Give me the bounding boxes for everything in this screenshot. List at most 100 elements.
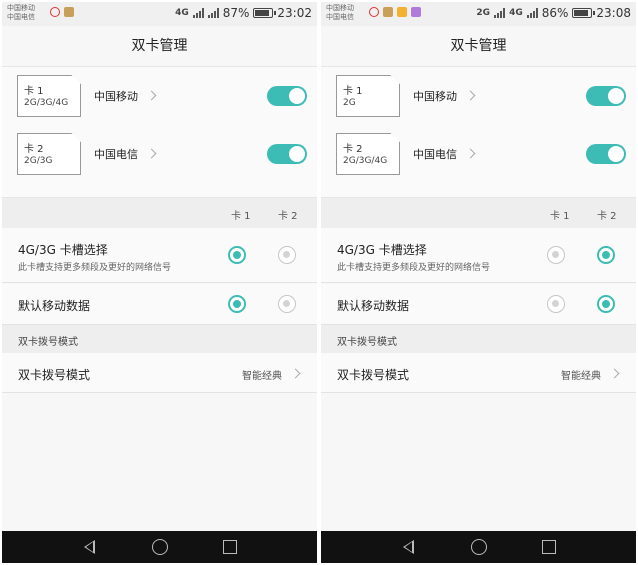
sim-row-2[interactable]: 卡 2 2G/3G 中国电信	[2, 133, 317, 191]
dial-mode-row[interactable]: 双卡拨号模式 智能经典	[321, 353, 636, 393]
clock: 23:02	[277, 6, 312, 20]
empty-area	[2, 394, 317, 531]
sim-row-1[interactable]: 卡 1 2G/3G/4G 中国移动	[2, 75, 317, 133]
battery-percent: 87%	[222, 6, 250, 20]
column-sim-1: 卡 1	[550, 211, 570, 222]
sim-card-2-label: 卡 2	[343, 144, 363, 155]
default-data-sim-1-radio[interactable]	[547, 295, 565, 313]
empty-area	[321, 394, 636, 531]
column-sim-2: 卡 2	[278, 211, 298, 222]
sim-card-2-carrier: 中国电信	[413, 148, 457, 161]
sim-card-1-label: 卡 1	[24, 86, 44, 97]
slot-select-row: 4G/3G 卡槽选择 此卡槽支持更多频段及更好的网络信号	[321, 228, 636, 283]
dial-mode-value: 智能经典	[561, 371, 601, 382]
phone-screen-left: 中国移动 中国电信 4G 87% 23:02 双卡管理 卡 1 2G/3G/4G…	[2, 2, 317, 563]
battery-fill	[255, 10, 270, 16]
chevron-right-icon	[465, 90, 476, 101]
sim-card-1-tech: 2G	[343, 98, 356, 108]
sim-card-2-tech: 2G/3G	[24, 156, 53, 166]
sim-card-2-icon: 卡 2 2G/3G	[17, 133, 81, 175]
battery-icon	[572, 8, 596, 18]
battery-percent: 86%	[541, 6, 569, 20]
back-icon[interactable]	[403, 540, 414, 554]
app-notification-3-icon	[411, 7, 421, 17]
battery-icon	[253, 8, 277, 18]
dial-mode-title: 双卡拨号模式	[337, 368, 410, 382]
sim-card-1-toggle[interactable]	[586, 86, 626, 106]
sim-card-section: 卡 1 2G 中国移动 卡 2 2G/3G/4G 中国电信	[321, 66, 636, 198]
sim-card-section: 卡 1 2G/3G/4G 中国移动 卡 2 2G/3G 中国电信	[2, 66, 317, 198]
slot-column-header: 卡 1 卡 2	[321, 198, 636, 228]
sim-card-2-toggle[interactable]	[586, 144, 626, 164]
default-data-title: 默认移动数据	[18, 299, 91, 313]
toggle-knob	[608, 88, 624, 104]
default-data-row: 默认移动数据	[2, 284, 317, 325]
default-data-title: 默认移动数据	[337, 299, 410, 313]
slot-select-row: 4G/3G 卡槽选择 此卡槽支持更多频段及更好的网络信号	[2, 228, 317, 283]
sim-card-1-toggle[interactable]	[267, 86, 307, 106]
sim-card-1-carrier: 中国移动	[413, 90, 457, 103]
chevron-right-icon	[465, 148, 476, 159]
phone-screen-right: 中国移动 中国电信 2G 4G 86% 23:08 双卡管理 卡 1 2G 中国…	[321, 2, 636, 563]
slot-select-subtitle: 此卡槽支持更多频段及更好的网络信号	[18, 263, 172, 273]
slot-select-title: 4G/3G 卡槽选择	[337, 243, 427, 257]
sim-card-1-icon: 卡 1 2G	[336, 75, 400, 117]
sim-row-2[interactable]: 卡 2 2G/3G/4G 中国电信	[321, 133, 636, 191]
dial-mode-value: 智能经典	[242, 371, 282, 382]
status-right: 2G 4G 86% 23:08	[476, 6, 631, 20]
home-icon[interactable]	[152, 539, 168, 555]
network-type-label: 2G	[476, 8, 491, 18]
home-icon[interactable]	[471, 539, 487, 555]
carrier-names: 中国移动 中国电信	[7, 4, 35, 22]
dial-mode-row[interactable]: 双卡拨号模式 智能经典	[2, 353, 317, 393]
battery-fill	[574, 10, 589, 16]
sim-row-1[interactable]: 卡 1 2G 中国移动	[321, 75, 636, 133]
recent-apps-icon[interactable]	[223, 540, 237, 554]
back-icon[interactable]	[84, 540, 95, 554]
slot-select-title: 4G/3G 卡槽选择	[18, 243, 108, 257]
carrier-2-name: 中国电信	[7, 13, 35, 21]
slot-select-sim-1-radio[interactable]	[547, 246, 565, 264]
chevron-right-icon	[146, 148, 157, 159]
toggle-knob	[289, 146, 305, 162]
notification-icons	[50, 7, 74, 17]
sim-card-1-label: 卡 1	[343, 86, 363, 97]
network-type-label: 4G	[175, 8, 189, 18]
slot-select-sim-2-radio[interactable]	[597, 246, 615, 264]
carrier-names: 中国移动 中国电信	[326, 4, 354, 22]
recent-apps-icon[interactable]	[542, 540, 556, 554]
slot-column-header: 卡 1 卡 2	[2, 198, 317, 228]
navigation-bar	[2, 531, 317, 563]
default-data-sim-1-radio[interactable]	[228, 295, 246, 313]
sim-card-2-icon: 卡 2 2G/3G/4G	[336, 133, 400, 175]
toggle-knob	[608, 146, 624, 162]
navigation-bar	[321, 531, 636, 563]
dial-section-header-label: 双卡拨号模式	[337, 337, 397, 348]
sim-card-1-tech: 2G/3G/4G	[24, 98, 69, 108]
default-data-sim-2-radio[interactable]	[597, 295, 615, 313]
chevron-right-icon	[146, 90, 157, 101]
app-notification-icon	[64, 7, 74, 17]
slot-select-sim-1-radio[interactable]	[228, 246, 246, 264]
column-sim-2: 卡 2	[597, 211, 617, 222]
status-right: 4G 87% 23:02	[175, 6, 312, 20]
clock: 23:08	[596, 6, 631, 20]
status-bar: 中国移动 中国电信 4G 87% 23:02	[2, 2, 317, 26]
notification-icons	[369, 7, 421, 17]
dial-section-header-label: 双卡拨号模式	[18, 337, 78, 348]
default-data-sim-2-radio[interactable]	[278, 295, 296, 313]
signal-2-icon	[207, 8, 219, 18]
page-title: 双卡管理	[2, 26, 317, 66]
signal-icon	[192, 8, 204, 18]
status-bar: 中国移动 中国电信 2G 4G 86% 23:08	[321, 2, 636, 26]
dial-section-header: 双卡拨号模式	[2, 325, 317, 353]
chevron-right-icon	[609, 368, 620, 379]
notification-icon	[369, 7, 379, 17]
sim-card-2-toggle[interactable]	[267, 144, 307, 164]
carrier-1-name: 中国移动	[7, 4, 35, 12]
dial-section-header: 双卡拨号模式	[321, 325, 636, 353]
default-data-row: 默认移动数据	[321, 284, 636, 325]
network-type-label-2: 4G	[509, 8, 523, 18]
sim-card-2-carrier: 中国电信	[94, 148, 138, 161]
slot-select-sim-2-radio[interactable]	[278, 246, 296, 264]
